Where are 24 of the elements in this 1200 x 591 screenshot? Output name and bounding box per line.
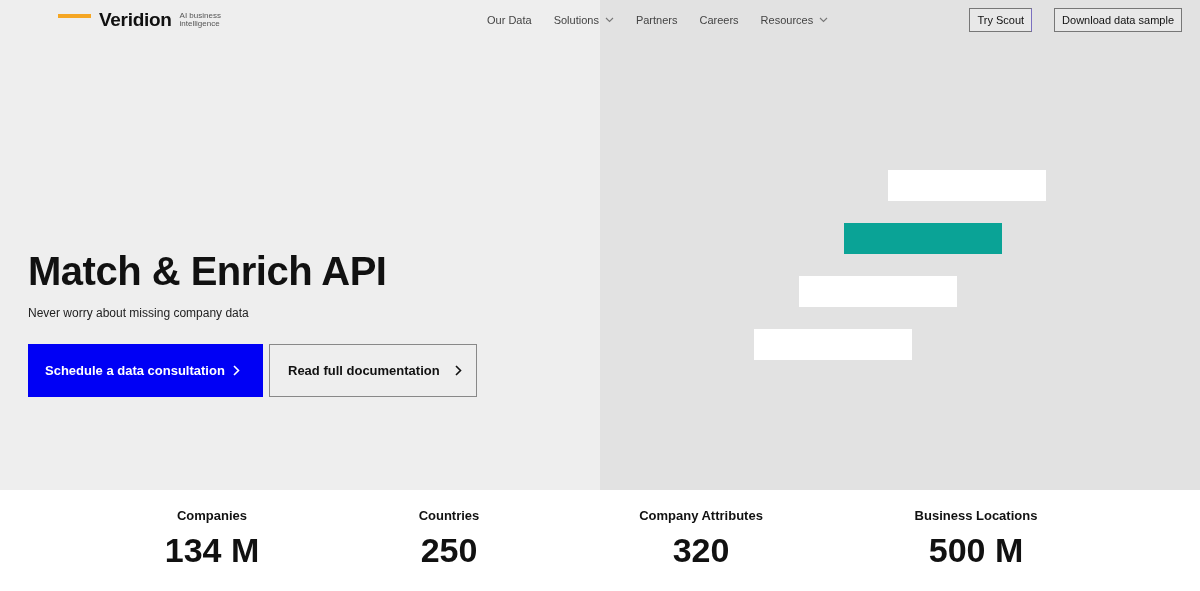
chevron-icon	[455, 365, 462, 376]
logo-tagline: AI business intelligence	[179, 11, 222, 29]
logo-wordmark[interactable]: Veridion	[99, 9, 172, 31]
stat-value: 500 M	[928, 531, 1024, 570]
chevron-icon	[232, 365, 240, 376]
try-button[interactable]: Try Scout	[969, 8, 1033, 32]
stat-label: Business Locations	[914, 508, 1038, 523]
nav-link[interactable]: Resources	[760, 14, 829, 26]
nav-link[interactable]: Partners	[635, 14, 678, 26]
download-button[interactable]: Download data sample	[1054, 8, 1182, 32]
subtitle: Never worry about missing company data	[28, 306, 250, 320]
stat-value: 320	[672, 531, 730, 570]
logo-bar-icon	[58, 14, 91, 18]
nav-link[interactable]: Careers	[699, 14, 739, 26]
documentation-button[interactable]: Read full documentation	[269, 344, 477, 397]
nav-link[interactable]: Our Data	[487, 14, 532, 26]
nav-link[interactable]: Solutions	[553, 14, 614, 26]
stat-label: Companies	[176, 508, 248, 523]
consultation-button[interactable]: Schedule a data consultation	[28, 344, 263, 397]
page-title: Match & Enrich API	[28, 249, 388, 294]
stat-label: Countries	[418, 508, 480, 523]
stat-value: 250	[420, 531, 478, 570]
stat-label: Company Attributes	[639, 508, 763, 523]
stat-value: 134 M	[164, 531, 260, 570]
